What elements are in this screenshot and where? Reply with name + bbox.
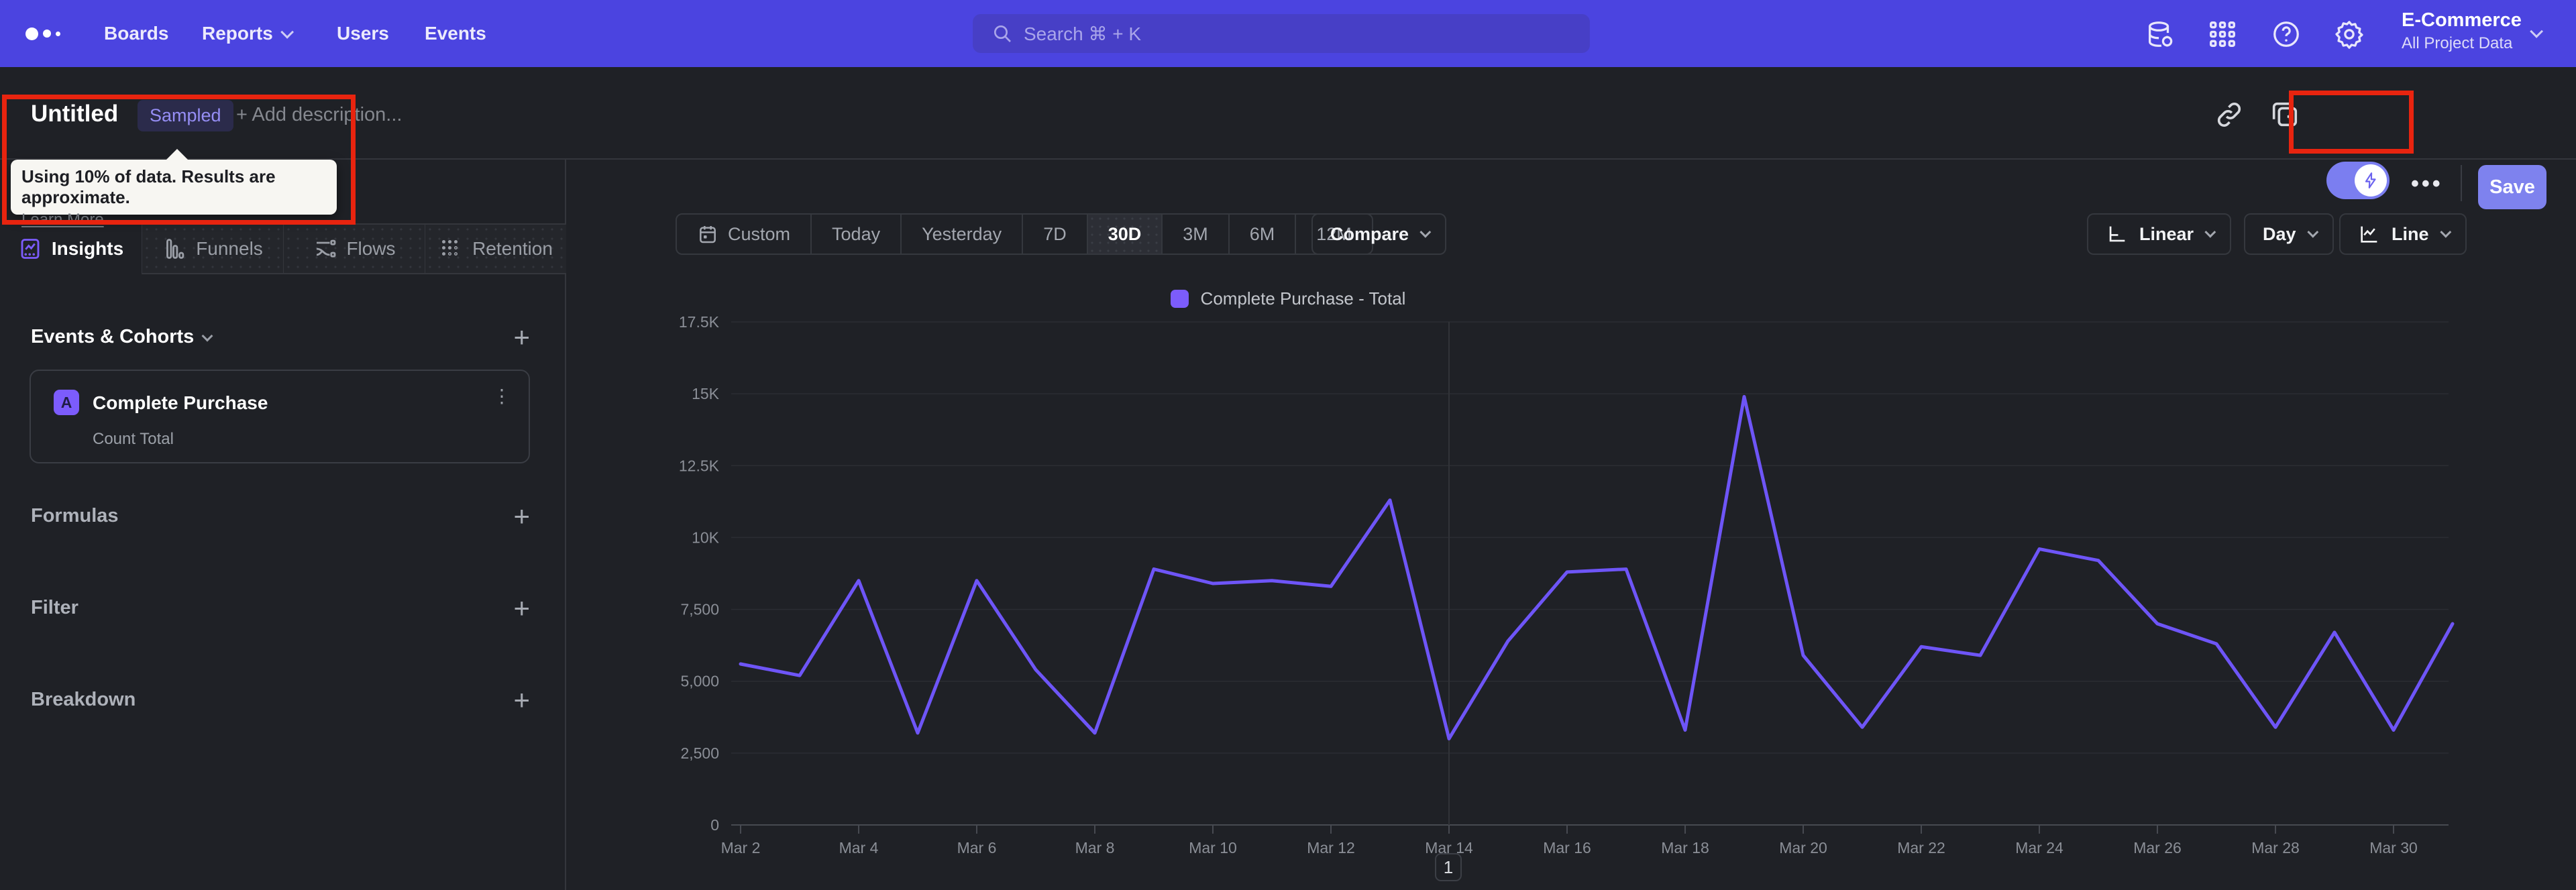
svg-text:Mar 20: Mar 20: [1779, 839, 1827, 856]
svg-text:Mar 16: Mar 16: [1543, 839, 1591, 856]
svg-text:2,500: 2,500: [680, 744, 719, 762]
svg-text:5,000: 5,000: [680, 673, 719, 690]
svg-text:15K: 15K: [692, 385, 720, 402]
svg-text:Mar 26: Mar 26: [2133, 839, 2182, 856]
svg-text:Mar 22: Mar 22: [1897, 839, 1945, 856]
svg-text:0: 0: [710, 816, 719, 834]
svg-text:Mar 30: Mar 30: [2369, 839, 2418, 856]
svg-text:12.5K: 12.5K: [679, 457, 720, 474]
svg-text:10K: 10K: [692, 529, 720, 546]
svg-text:Mar 10: Mar 10: [1189, 839, 1237, 856]
svg-text:17.5K: 17.5K: [679, 313, 720, 331]
svg-text:Mar 18: Mar 18: [1661, 839, 1709, 856]
svg-text:Mar 24: Mar 24: [2015, 839, 2063, 856]
svg-text:7,500: 7,500: [680, 601, 719, 618]
mixpanel-insights-page: Boards Reports Users Events Search ⌘ + K…: [0, 0, 2576, 890]
svg-text:Mar 28: Mar 28: [2251, 839, 2300, 856]
sampling-tooltip: Using 10% of data. Results are approxima…: [11, 149, 337, 229]
tooltip-text: Using 10% of data. Results are approxima…: [21, 166, 276, 207]
svg-text:Mar 6: Mar 6: [957, 839, 997, 856]
svg-text:Mar 8: Mar 8: [1075, 839, 1115, 856]
page-1-button[interactable]: 1: [1435, 853, 1462, 881]
svg-text:Mar 12: Mar 12: [1307, 839, 1355, 856]
svg-text:Mar 4: Mar 4: [839, 839, 879, 856]
svg-text:Mar 2: Mar 2: [721, 839, 761, 856]
learn-more-link[interactable]: Learn More: [21, 211, 326, 229]
insights-line-chart: 0 2,500 5,000 7,500 10K 12.5K 15K 17.5K Mar 2 Mar…: [679, 313, 2455, 856]
